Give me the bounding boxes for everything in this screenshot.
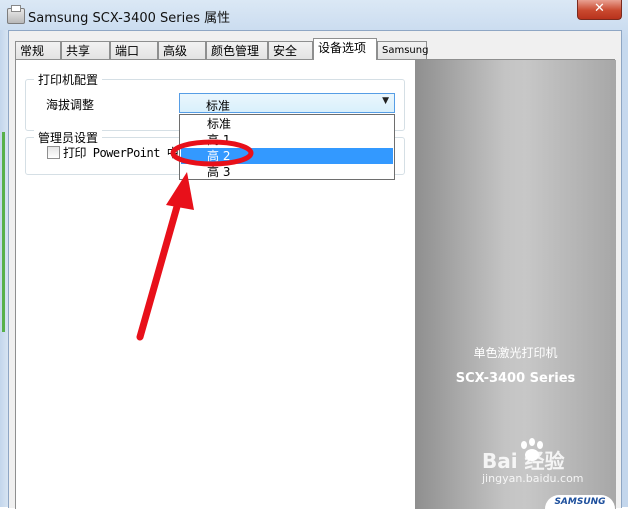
printer-icon (7, 5, 25, 24)
watermark-main: Bai 经验 (482, 449, 565, 473)
printer-type-label: 单色激光打印机 (473, 346, 558, 360)
option-high-3[interactable]: 高 3 (181, 164, 393, 180)
option-high-1[interactable]: 高 1 (181, 132, 393, 148)
altitude-dropdown-list: 标准 高 1 高 2 高 3 (179, 114, 395, 180)
tab-device-settings[interactable]: 设备选项 (313, 38, 377, 60)
altitude-select[interactable]: 标准 ▼ (179, 93, 395, 113)
option-standard[interactable]: 标准 (181, 116, 393, 132)
powerpoint-checkbox-label[interactable]: 打印 PowerPoint 中 (63, 144, 179, 161)
tab-color-management[interactable]: 颜色管理 (206, 41, 268, 59)
tab-general[interactable]: 常规 (15, 41, 61, 59)
tab-ports[interactable]: 端口 (110, 41, 158, 59)
tab-samsung[interactable]: Samsung (377, 41, 428, 59)
tab-advanced[interactable]: 高级 (158, 41, 206, 59)
printer-config-title: 打印机配置 (34, 71, 103, 88)
tab-security[interactable]: 安全 (268, 41, 313, 59)
title-bar[interactable]: Samsung SCX-3400 Series 属性 ✕ (0, 0, 628, 30)
printer-model-label: SCX-3400 Series (455, 371, 576, 386)
baidu-watermark: Bai 经验 jingyan.baidu.com (482, 445, 584, 485)
chevron-down-icon[interactable]: ▼ (382, 96, 389, 106)
option-high-2[interactable]: 高 2 (181, 148, 393, 164)
powerpoint-checkbox[interactable] (47, 146, 60, 159)
altitude-select-value: 标准 (206, 99, 231, 113)
tab-sharing[interactable]: 共享 (61, 41, 110, 59)
altitude-label: 海拔调整 (46, 98, 95, 112)
window-title: Samsung SCX-3400 Series 属性 (28, 11, 231, 26)
close-button[interactable]: ✕ (577, 0, 622, 20)
watermark-url: jingyan.baidu.com (482, 472, 584, 485)
window-left-edge (0, 30, 8, 507)
window-frame: Samsung SCX-3400 Series 属性 ✕ 常规 共享 端口 高级… (0, 0, 628, 509)
